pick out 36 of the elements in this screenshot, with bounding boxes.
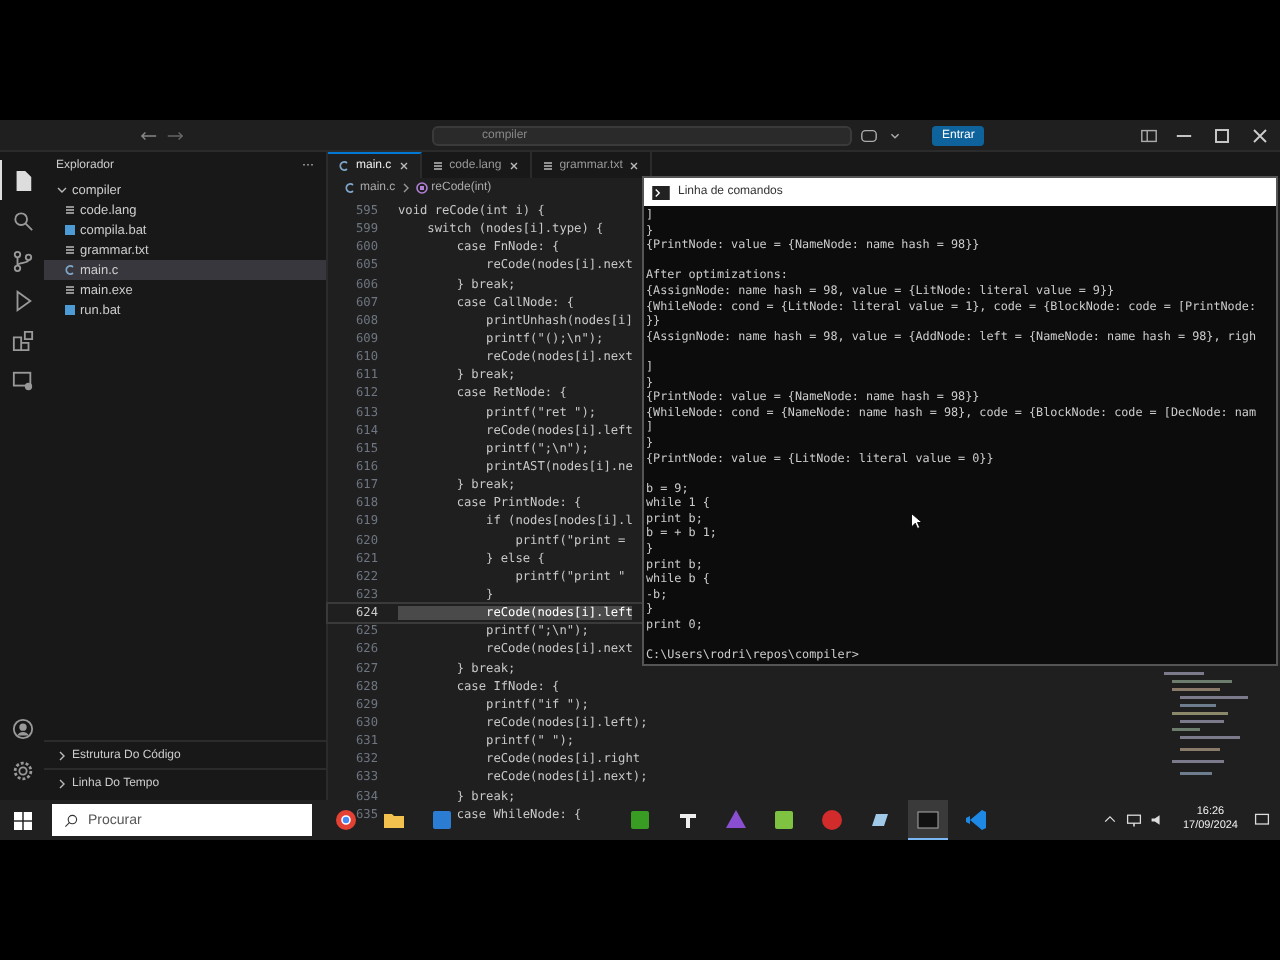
tray-chevron-icon[interactable] <box>1102 812 1119 828</box>
search-icon[interactable] <box>12 209 34 231</box>
close-icon[interactable] <box>507 159 520 171</box>
lines-icon <box>431 159 444 171</box>
monitor-icon[interactable] <box>12 369 34 391</box>
close-icon[interactable] <box>628 159 641 171</box>
settings-icon[interactable] <box>11 760 33 782</box>
lines-icon <box>541 159 554 171</box>
terminal-icon <box>652 185 670 199</box>
branch-icon[interactable] <box>12 249 34 271</box>
network-icon[interactable] <box>1126 812 1143 828</box>
forward-arrow-icon[interactable] <box>166 129 184 141</box>
layout-icon[interactable] <box>1140 127 1158 143</box>
close-icon[interactable] <box>397 160 410 172</box>
close-icon[interactable] <box>1248 125 1272 145</box>
chevron-icon <box>399 182 412 194</box>
cube-icon <box>415 182 428 194</box>
windows-file-icon <box>64 304 76 316</box>
search-icon <box>64 813 78 827</box>
extensions-icon[interactable] <box>12 329 34 351</box>
chevron-icon <box>56 184 68 196</box>
taskbar-app-icon[interactable] <box>908 800 948 840</box>
lines-icon <box>64 284 76 296</box>
windows-file-icon <box>64 224 76 236</box>
maximize-icon[interactable] <box>1210 125 1234 145</box>
files-icon[interactable] <box>12 169 34 191</box>
windows-start-icon[interactable] <box>14 811 32 829</box>
chevron-icon <box>56 749 68 761</box>
back-arrow-icon[interactable] <box>140 129 158 141</box>
c-file-icon <box>64 264 76 276</box>
notification-icon[interactable] <box>1254 812 1270 828</box>
mouse-pointer-icon <box>910 512 922 530</box>
account-icon[interactable] <box>11 718 33 740</box>
lines-icon <box>64 244 76 256</box>
chevron-icon <box>56 777 68 789</box>
lines-icon <box>64 204 76 216</box>
